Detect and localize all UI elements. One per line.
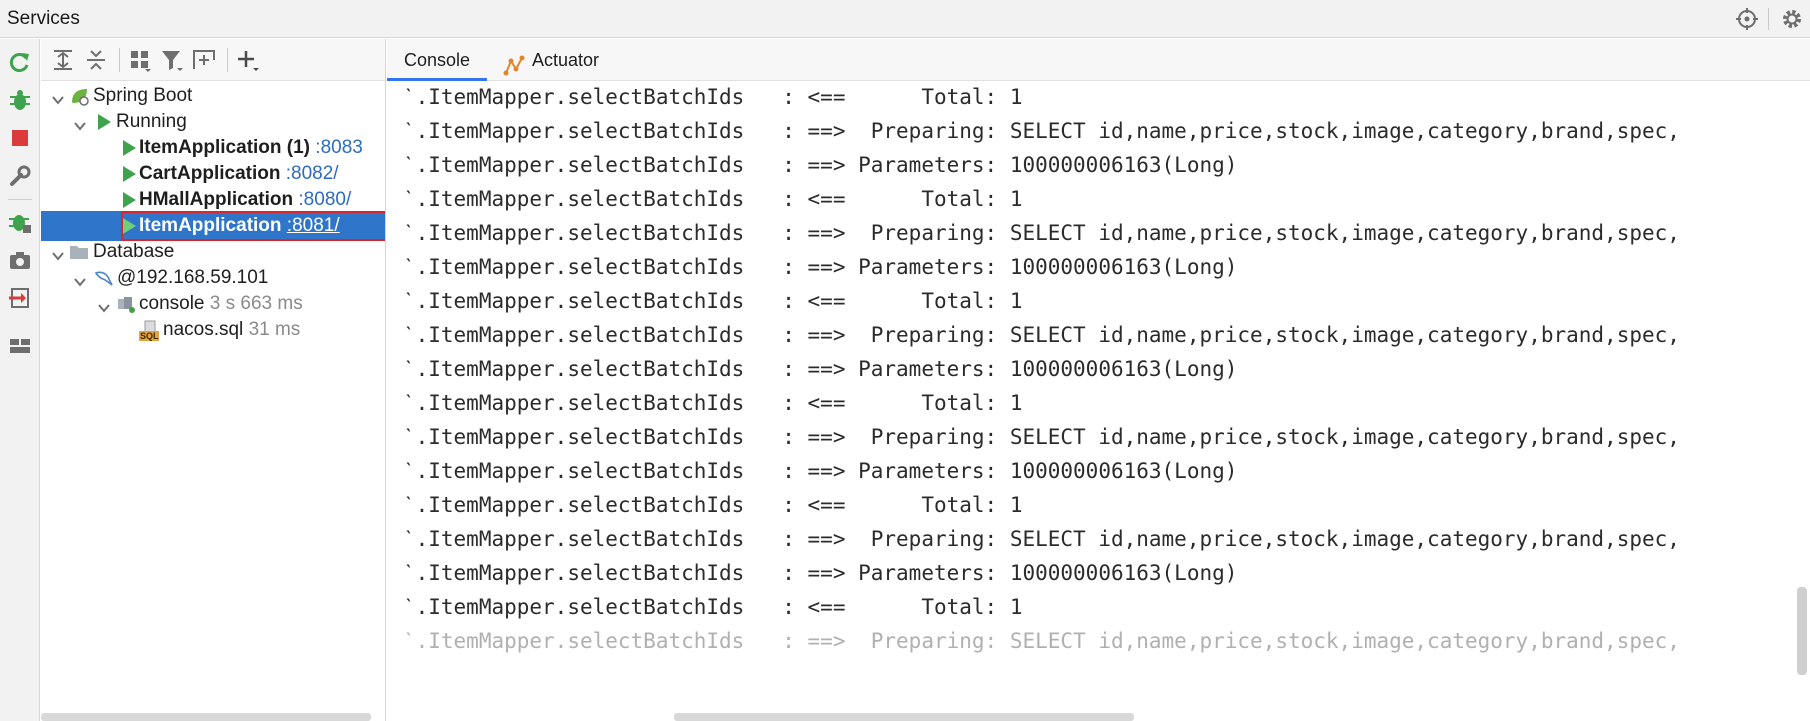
rerun-icon[interactable]	[7, 49, 33, 75]
toolbar-separator	[8, 199, 32, 200]
toolbar-separator	[119, 48, 120, 72]
tab-actuator-label: Actuator	[532, 50, 600, 70]
log-line: ˋ.ItemMapper.selectBatchIds : <== Total:…	[403, 187, 1023, 211]
stop-icon[interactable]	[7, 125, 33, 151]
console-vertical-scrollbar[interactable]	[1797, 587, 1807, 675]
run-icon	[119, 216, 139, 236]
log-line: ˋ.ItemMapper.selectBatchIds : ==> Parame…	[403, 255, 1238, 279]
app-port-link[interactable]: :8080/	[298, 189, 351, 210]
title-separator	[1768, 8, 1769, 30]
tree-node-sql-file[interactable]: SQL nacos.sql 31 ms	[41, 315, 385, 345]
app-port-link[interactable]: :8082/	[286, 163, 339, 184]
toolbar-separator	[227, 48, 228, 72]
services-tree-panel: Spring Boot Running ItemApplication (1) …	[41, 39, 386, 721]
add-service-icon[interactable]	[235, 47, 261, 73]
log-line: ˋ.ItemMapper.selectBatchIds : ==> Prepar…	[403, 119, 1680, 143]
console-area: Console Actuator ˋ.ItemMapper.selectBatc…	[387, 39, 1810, 721]
exit-icon[interactable]	[7, 285, 33, 311]
run-icon	[119, 164, 139, 184]
actuator-icon	[503, 50, 525, 76]
log-line-partial: ˋ.ItemMapper.selectBatchIds : ==> Prepar…	[403, 629, 1680, 653]
crosshair-icon[interactable]	[1735, 7, 1759, 31]
chevron-down-icon[interactable]	[72, 114, 88, 131]
tab-bar: Console Actuator	[387, 39, 1810, 81]
console-time: 3 s 663 ms	[209, 293, 303, 314]
log-line: ˋ.ItemMapper.selectBatchIds : ==> Parame…	[403, 153, 1238, 177]
run-icon	[119, 190, 139, 210]
chevron-down-icon[interactable]	[50, 88, 66, 105]
group-by-icon[interactable]	[127, 47, 153, 73]
log-line: ˋ.ItemMapper.selectBatchIds : ==> Prepar…	[403, 221, 1680, 245]
console-output[interactable]: ˋ.ItemMapper.selectBatchIds : <== Total:…	[387, 82, 1810, 721]
spring-boot-icon	[69, 86, 89, 106]
tab-actuator[interactable]: Actuator	[503, 39, 613, 81]
log-line: ˋ.ItemMapper.selectBatchIds : ==> Parame…	[403, 459, 1238, 483]
filter-icon[interactable]	[159, 47, 185, 73]
db-console-icon	[116, 294, 136, 314]
tab-console-label: Console	[403, 50, 471, 70]
app-port-link[interactable]: :8083	[315, 137, 363, 158]
services-tree: Spring Boot Running ItemApplication (1) …	[41, 81, 385, 721]
app-port-link[interactable]: :8081/	[287, 215, 340, 236]
collapse-all-icon[interactable]	[83, 47, 109, 73]
run-icon	[119, 138, 139, 158]
new-group-icon[interactable]	[191, 47, 217, 73]
tree-toolbar	[41, 39, 385, 81]
log-line: ˋ.ItemMapper.selectBatchIds : ==> Prepar…	[403, 425, 1680, 449]
expand-all-icon[interactable]	[50, 47, 76, 73]
sql-file-label: nacos.sql	[163, 319, 244, 340]
tree-horizontal-scrollbar[interactable]	[41, 713, 371, 721]
window-title: Services	[7, 8, 80, 29]
log-line: ˋ.ItemMapper.selectBatchIds : <== Total:…	[403, 85, 1023, 109]
layout-icon[interactable]	[7, 333, 33, 359]
sql-file-time: 31 ms	[248, 319, 301, 340]
debug-attach-icon[interactable]	[7, 209, 33, 235]
chevron-down-icon[interactable]	[50, 244, 66, 261]
title-bar: Services	[0, 0, 1810, 38]
log-line: ˋ.ItemMapper.selectBatchIds : <== Total:…	[403, 289, 1023, 313]
app-name: CartApplication	[139, 163, 281, 184]
log-line: ˋ.ItemMapper.selectBatchIds : <== Total:…	[403, 391, 1023, 415]
log-line: ˋ.ItemMapper.selectBatchIds : ==> Parame…	[403, 357, 1238, 381]
gear-icon[interactable]	[1780, 7, 1804, 31]
log-line: ˋ.ItemMapper.selectBatchIds : <== Total:…	[403, 493, 1023, 517]
sql-badge: SQL	[140, 331, 159, 341]
log-line: ˋ.ItemMapper.selectBatchIds : <== Total:…	[403, 595, 1023, 619]
services-side-toolbar	[0, 39, 40, 721]
app-name: ItemApplication	[139, 215, 282, 236]
run-icon	[94, 112, 114, 132]
log-line: ˋ.ItemMapper.selectBatchIds : ==> Prepar…	[403, 323, 1680, 347]
chevron-down-icon[interactable]	[96, 296, 112, 313]
settings-wrench-icon[interactable]	[7, 163, 33, 189]
mysql-dolphin-icon	[94, 268, 114, 288]
debug-icon[interactable]	[7, 87, 33, 113]
camera-icon[interactable]	[7, 247, 33, 273]
console-label: console	[139, 293, 205, 314]
app-name: HMallApplication	[139, 189, 294, 210]
tab-console[interactable]: Console	[387, 39, 487, 81]
folder-icon	[69, 242, 89, 262]
log-line: ˋ.ItemMapper.selectBatchIds : ==> Prepar…	[403, 527, 1680, 551]
console-horizontal-scrollbar[interactable]	[674, 713, 1134, 721]
chevron-down-icon[interactable]	[72, 270, 88, 287]
app-name: ItemApplication (1)	[139, 137, 311, 158]
log-line: ˋ.ItemMapper.selectBatchIds : ==> Parame…	[403, 561, 1238, 585]
